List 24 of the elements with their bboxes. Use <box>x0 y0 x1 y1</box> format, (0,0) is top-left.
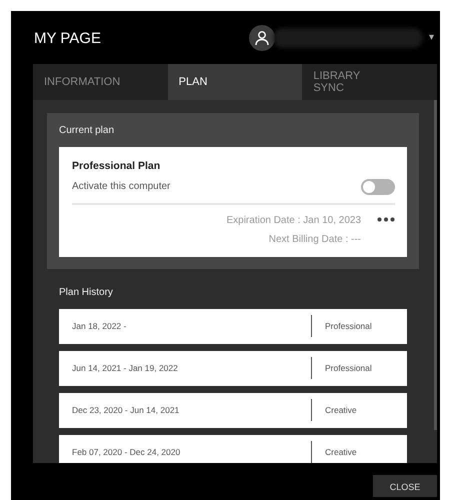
tab[interactable]: PLAN <box>168 64 302 100</box>
caret-icon[interactable]: ▾ <box>429 30 434 45</box>
scrollbar[interactable] <box>434 100 437 430</box>
more-icon[interactable] <box>377 216 395 222</box>
plan-type: Professional <box>324 362 373 375</box>
avatar-icon[interactable] <box>249 24 275 50</box>
plan-period: Jun 14, 2021 - Jan 19, 2022 <box>72 362 178 375</box>
tab[interactable]: LIBRARY SYNC <box>302 64 438 100</box>
tab[interactable]: INFORMATION <box>33 64 168 100</box>
plan-type: Creative <box>324 404 358 417</box>
plan-period: Dec 23, 2020 - Jun 14, 2021 <box>72 404 180 417</box>
expiration-date: Expiration Date : Jan 10, 2023 <box>226 214 361 228</box>
plan-period: Feb 07, 2020 - Dec 24, 2020 <box>72 446 180 459</box>
close-button[interactable]: CLOSE <box>373 475 437 497</box>
toggle-switch[interactable] <box>361 178 395 195</box>
plan-type: Professional <box>324 320 373 333</box>
section-heading: Plan History <box>59 286 114 300</box>
page-title: MY PAGE <box>34 29 101 50</box>
plan-type: Creative <box>324 446 358 459</box>
plan-name: Professional Plan <box>72 159 162 174</box>
toggle-label: Activate this computer <box>72 180 170 194</box>
plan-period: Jan 18, 2022 - <box>72 320 126 333</box>
section-heading: Current plan <box>59 124 116 138</box>
next-billing-date: Next Billing Date : --- <box>268 232 361 247</box>
